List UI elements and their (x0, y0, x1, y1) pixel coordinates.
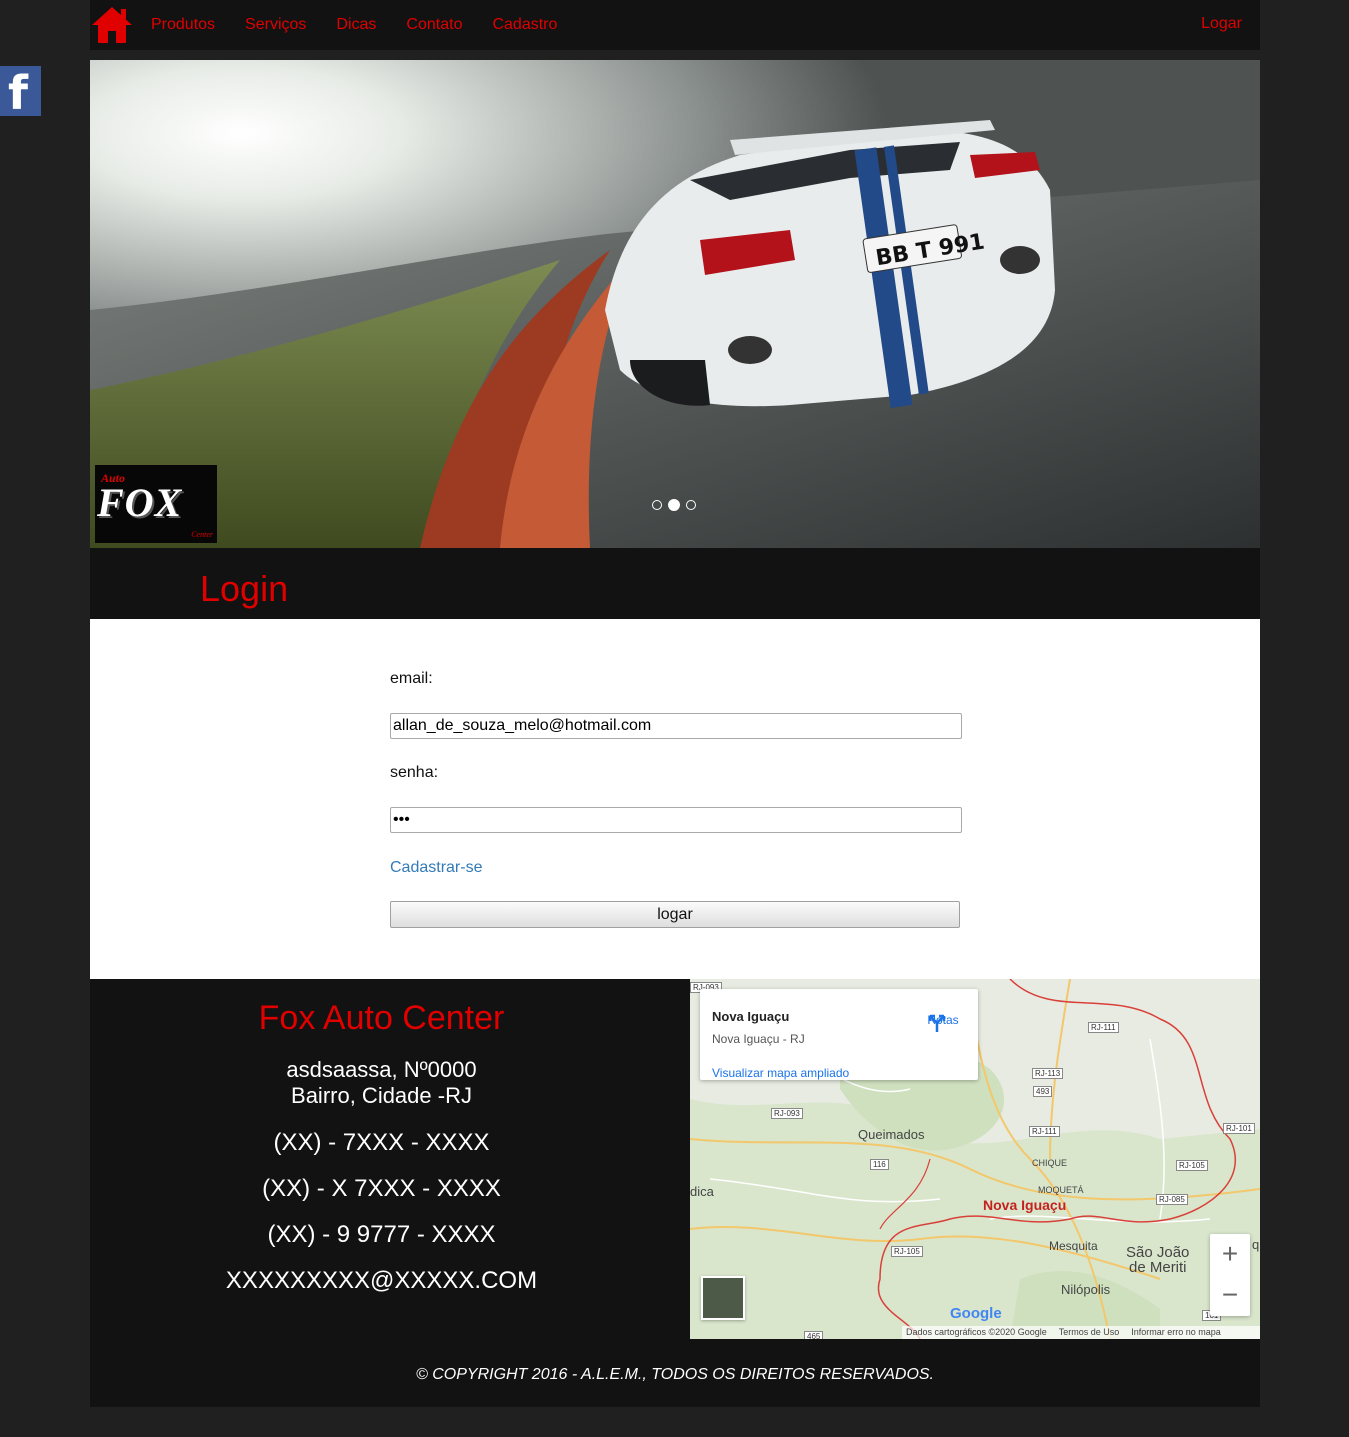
road-shield: RJ-113 (1032, 1068, 1064, 1079)
home-icon[interactable] (90, 5, 134, 45)
fox-auto-center-logo: Auto FOX Center (95, 465, 217, 543)
nav-item-servicos[interactable]: Serviços (245, 16, 306, 34)
road-shield: RJ-105 (1176, 1160, 1208, 1171)
road-shield: RJ-085 (1156, 1194, 1188, 1205)
nav-item-contato[interactable]: Contato (406, 16, 462, 34)
map-label-edge-left: dica (690, 1184, 714, 1199)
carousel-dot-1[interactable] (652, 500, 662, 510)
hero-car-image: BB T 991 (90, 60, 1260, 548)
contact-email: XXXXXXXXX@XXXXX.COM (225, 1267, 538, 1294)
map-place-subtitle: Nova Iguaçu - RJ (712, 1032, 805, 1046)
map-attribution: Dados cartográficos ©2020 Google Termos … (902, 1326, 1260, 1339)
email-label: email: (390, 670, 433, 687)
map-label-moqueta: MOQUETÁ (1038, 1185, 1084, 1195)
login-button[interactable]: logar (390, 901, 960, 928)
road-shield: 493 (1033, 1086, 1053, 1097)
email-field[interactable] (390, 713, 962, 739)
embedded-map[interactable]: Queimados Nova Iguaçu CHIQUE MOQUETÁ Mes… (690, 979, 1260, 1339)
directions-icon (928, 1014, 946, 1032)
map-label-de-meriti: de Meriti (1129, 1259, 1187, 1276)
phone-2: (XX) - X 7XXX - XXXX (262, 1175, 501, 1202)
road-shield: RJ-111 (1029, 1126, 1060, 1137)
facebook-button[interactable]: f (0, 66, 41, 120)
map-terms-link[interactable]: Termos de Uso (1059, 1326, 1120, 1339)
address: asdsaassa, Nº0000 Bairro, Cidade -RJ (90, 1057, 673, 1109)
nav-login-link[interactable]: Logar (1201, 15, 1242, 33)
road-shield: RJ-101 (1223, 1123, 1255, 1134)
road-shield: 465 (804, 1331, 824, 1339)
nav-item-cadastro[interactable]: Cadastro (492, 16, 557, 34)
map-label-edge-right: q (1252, 1237, 1260, 1252)
road-shield: RJ-093 (771, 1108, 803, 1119)
map-data-credit: Dados cartográficos ©2020 Google (906, 1327, 1047, 1337)
satellite-toggle[interactable] (701, 1276, 745, 1320)
nav-item-produtos[interactable]: Produtos (151, 16, 215, 34)
road-shield: RJ-105 (891, 1246, 923, 1257)
carousel-indicators (652, 499, 696, 511)
map-label-mesquita: Mesquita (1049, 1239, 1098, 1253)
map-label-nova-iguacu: Nova Iguaçu (983, 1197, 1067, 1213)
top-navbar: Produtos Serviços Dicas Contato Cadastro… (90, 0, 1260, 50)
facebook-icon: f (8, 66, 29, 120)
password-label: senha: (390, 764, 439, 781)
map-place-title: Nova Iguaçu (712, 1009, 790, 1024)
zoom-out-button[interactable]: − (1210, 1275, 1250, 1316)
map-label-queimados: Queimados (858, 1127, 925, 1142)
login-form: email: senha: Cadastrar-se logar (90, 619, 1260, 979)
carousel-dot-3[interactable] (686, 500, 696, 510)
address-line-1: asdsaassa, Nº0000 (286, 1057, 477, 1082)
footer: Fox Auto Center asdsaassa, Nº0000 Bairro… (90, 979, 1260, 1407)
map-label-nilopolis: Nilópolis (1061, 1282, 1111, 1297)
phone-3: (XX) - 9 9777 - XXXX (267, 1221, 496, 1248)
google-logo: Google (950, 1305, 1002, 1322)
company-name: Fox Auto Center (258, 999, 505, 1037)
nav-item-dicas[interactable]: Dicas (336, 16, 376, 34)
road-shield: RJ-111 (1088, 1022, 1119, 1033)
phone-1: (XX) - 7XXX - XXXX (273, 1129, 490, 1156)
page-title: Login (200, 568, 289, 609)
nav-links: Produtos Serviços Dicas Contato Cadastro (151, 0, 587, 50)
password-field[interactable] (390, 807, 962, 833)
hero-carousel[interactable]: BB T 991 Auto FOX Center (90, 60, 1260, 548)
page-container: Produtos Serviços Dicas Contato Cadastro… (90, 0, 1260, 1407)
map-place-card: Nova Iguaçu Nova Iguaçu - RJ Rotas Visua… (700, 989, 978, 1080)
copyright-text: © COPYRIGHT 2016 - A.L.E.M., TODOS OS DI… (416, 1366, 934, 1383)
address-line-2: Bairro, Cidade -RJ (291, 1083, 472, 1108)
enlarge-map-link[interactable]: Visualizar mapa ampliado (712, 1066, 849, 1080)
register-link[interactable]: Cadastrar-se (390, 859, 482, 877)
map-label-chique: CHIQUE (1032, 1158, 1068, 1168)
zoom-in-button[interactable]: + (1210, 1234, 1250, 1275)
carousel-dot-2[interactable] (668, 499, 680, 511)
directions-button[interactable]: Rotas (926, 1011, 960, 1032)
road-shield: 116 (870, 1159, 889, 1170)
login-header: Login (90, 548, 1260, 619)
map-zoom-controls: + − (1210, 1234, 1250, 1316)
map-report-link[interactable]: Informar erro no mapa (1131, 1326, 1221, 1339)
